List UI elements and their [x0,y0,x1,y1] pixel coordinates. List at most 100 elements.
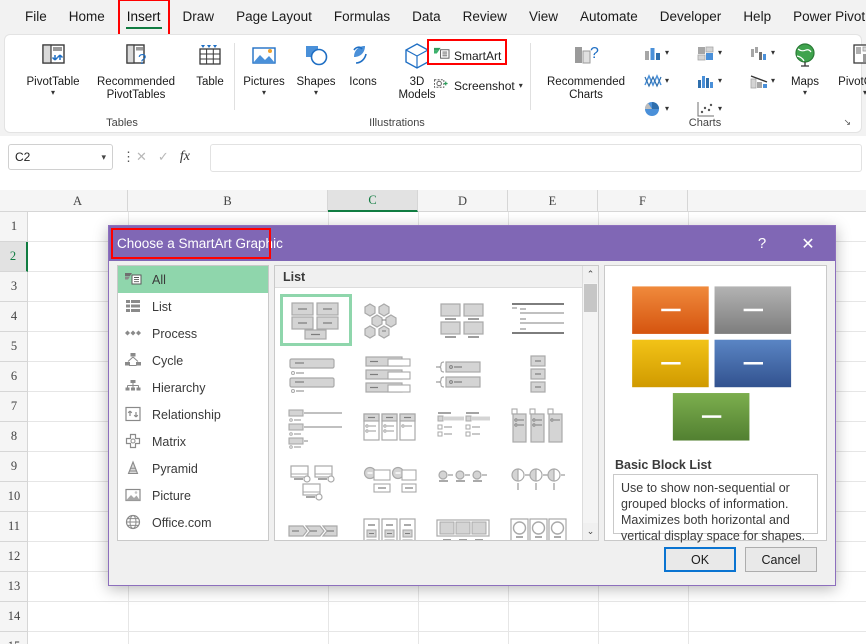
gallery-item-square-accent-list[interactable] [280,456,352,508]
pictures-button[interactable]: Pictures ▾ [237,41,291,97]
column-chart-button[interactable]: ▾ [643,44,669,62]
gallery-item-alternating-hexagons[interactable] [354,294,426,346]
line-chart-button[interactable]: ▾ [643,72,669,90]
charts-dialog-launcher[interactable]: ↘ [843,117,851,128]
category-item-process[interactable]: Process [118,320,268,347]
category-item-picture[interactable]: Picture [118,482,268,509]
category-item-all[interactable]: All [118,266,268,293]
category-item-pyramid[interactable]: Pyramid [118,455,268,482]
recommended-charts-button[interactable]: ? Recommended Charts [537,41,635,101]
ribbon-tab-insert[interactable]: Insert [116,0,172,37]
category-item-office-com[interactable]: Office.com [118,509,268,536]
column-header-F[interactable]: F [598,190,688,212]
row-header-13[interactable]: 13 [0,572,28,602]
ribbon-tab-automate[interactable]: Automate [569,3,649,31]
icons-button[interactable]: Icons [341,41,385,89]
column-header-C[interactable]: C [328,190,418,212]
chevron-down-icon[interactable]: ▾ [718,77,722,85]
chevron-down-icon[interactable]: ▾ [829,88,866,97]
smartart-button[interactable]: SmartArt [433,46,501,66]
row-header-11[interactable]: 11 [0,512,28,542]
chevron-down-icon[interactable]: ▾ [771,77,775,85]
gallery-item-vertical-bullet-list[interactable] [280,348,352,400]
row-header-1[interactable]: 1 [0,212,28,242]
gallery-item-lined-list[interactable] [502,294,574,346]
gallery-item-horizontal-picture-list[interactable] [428,456,500,508]
gallery-item-picture-caption-list[interactable] [428,294,500,346]
column-header-E[interactable]: E [508,190,598,212]
chevron-down-icon[interactable]: ▾ [101,152,106,163]
help-button[interactable]: ? [745,226,779,261]
grid-row[interactable] [28,632,866,644]
gallery-item-basic-block-list[interactable] [280,294,352,346]
category-item-matrix[interactable]: Matrix [118,428,268,455]
hierarchy-chart-button[interactable]: ▾ [696,44,722,62]
grid-row[interactable] [28,602,866,632]
ok-button[interactable]: OK [664,547,736,572]
row-header-3[interactable]: 3 [0,272,28,302]
ribbon-tab-page-layout[interactable]: Page Layout [225,3,323,31]
insert-function-icon[interactable]: fx [180,149,190,165]
name-box[interactable]: C2 ▾ [8,144,113,170]
ribbon-tab-review[interactable]: Review [452,3,518,31]
category-item-relationship[interactable]: Relationship [118,401,268,428]
ribbon-tab-formulas[interactable]: Formulas [323,3,401,31]
category-item-hierarchy[interactable]: Hierarchy [118,374,268,401]
chevron-down-icon[interactable]: ▾ [718,49,722,57]
row-header-7[interactable]: 7 [0,392,28,422]
gallery-item-circular-picture-list[interactable] [502,510,574,540]
ribbon-tab-data[interactable]: Data [401,3,452,31]
gallery-item-grouped-list[interactable] [502,402,574,454]
column-header-B[interactable]: B [128,190,328,212]
chevron-down-icon[interactable]: ▾ [17,88,89,97]
category-item-cycle[interactable]: Cycle [118,347,268,374]
recommended-pivottables-button[interactable]: ? Recommended PivotTables [87,41,185,101]
column-header-D[interactable]: D [418,190,508,212]
row-header-2[interactable]: 2 [0,242,28,272]
pivottable-button[interactable]: PivotTable ▾ [17,41,89,97]
formula-input[interactable] [210,144,862,172]
gallery-item-stacked-list[interactable] [354,510,426,540]
gallery-item-picture-strips[interactable] [428,510,500,540]
row-header-15[interactable]: 15 [0,632,28,644]
row-header-9[interactable]: 9 [0,452,28,482]
close-icon[interactable]: ✕ [787,226,829,261]
ribbon-tab-file[interactable]: File [14,3,58,31]
gallery-item-vertical-box-list[interactable] [354,348,426,400]
chevron-down-icon[interactable]: ▾ [237,88,291,97]
chevron-down-icon[interactable]: ▾ [665,49,669,57]
row-header-4[interactable]: 4 [0,302,28,332]
scroll-up-icon[interactable]: ⌃ [583,266,598,283]
chevron-down-icon[interactable]: ▾ [665,105,669,113]
chevron-down-icon[interactable]: ▾ [519,82,523,90]
column-header-A[interactable]: A [28,190,128,212]
ribbon-tab-home[interactable]: Home [58,3,116,31]
ribbon-tab-view[interactable]: View [518,3,569,31]
pivotchart-button[interactable]: PivotChart ▾ [829,41,866,97]
chevron-down-icon[interactable]: ▾ [771,49,775,57]
gallery-item-vertical-chevron-list[interactable] [502,348,574,400]
scroll-down-icon[interactable]: ⌄ [583,523,598,540]
chevron-down-icon[interactable]: ▾ [292,88,340,97]
row-header-12[interactable]: 12 [0,542,28,572]
ribbon-tab-draw[interactable]: Draw [172,3,226,31]
enter-icon[interactable]: ✓ [158,149,169,165]
gallery-scrollbar[interactable]: ⌃ ⌄ [582,266,598,540]
scrollbar-thumb[interactable] [584,284,597,312]
gallery-item-chevron-list[interactable] [280,510,352,540]
table-button[interactable]: Table [187,41,233,89]
gallery-item-horizontal-bullet-list[interactable] [280,402,352,454]
chevron-down-icon[interactable]: ▾ [781,88,829,97]
shapes-button[interactable]: Shapes ▾ [292,41,340,97]
cancel-button[interactable]: Cancel [745,547,817,572]
row-header-14[interactable]: 14 [0,602,28,632]
chevron-down-icon[interactable]: ▾ [718,105,722,113]
ribbon-tab-help[interactable]: Help [732,3,782,31]
gallery-item-vertical-block-list[interactable] [354,402,426,454]
chevron-down-icon[interactable]: ▾ [665,77,669,85]
maps-button[interactable]: Maps ▾ [781,41,829,97]
row-header-6[interactable]: 6 [0,362,28,392]
gallery-item-tab-list[interactable] [428,402,500,454]
screenshot-button[interactable]: Screenshot ▾ [433,76,523,96]
gallery-item-circle-accent-list[interactable] [354,456,426,508]
